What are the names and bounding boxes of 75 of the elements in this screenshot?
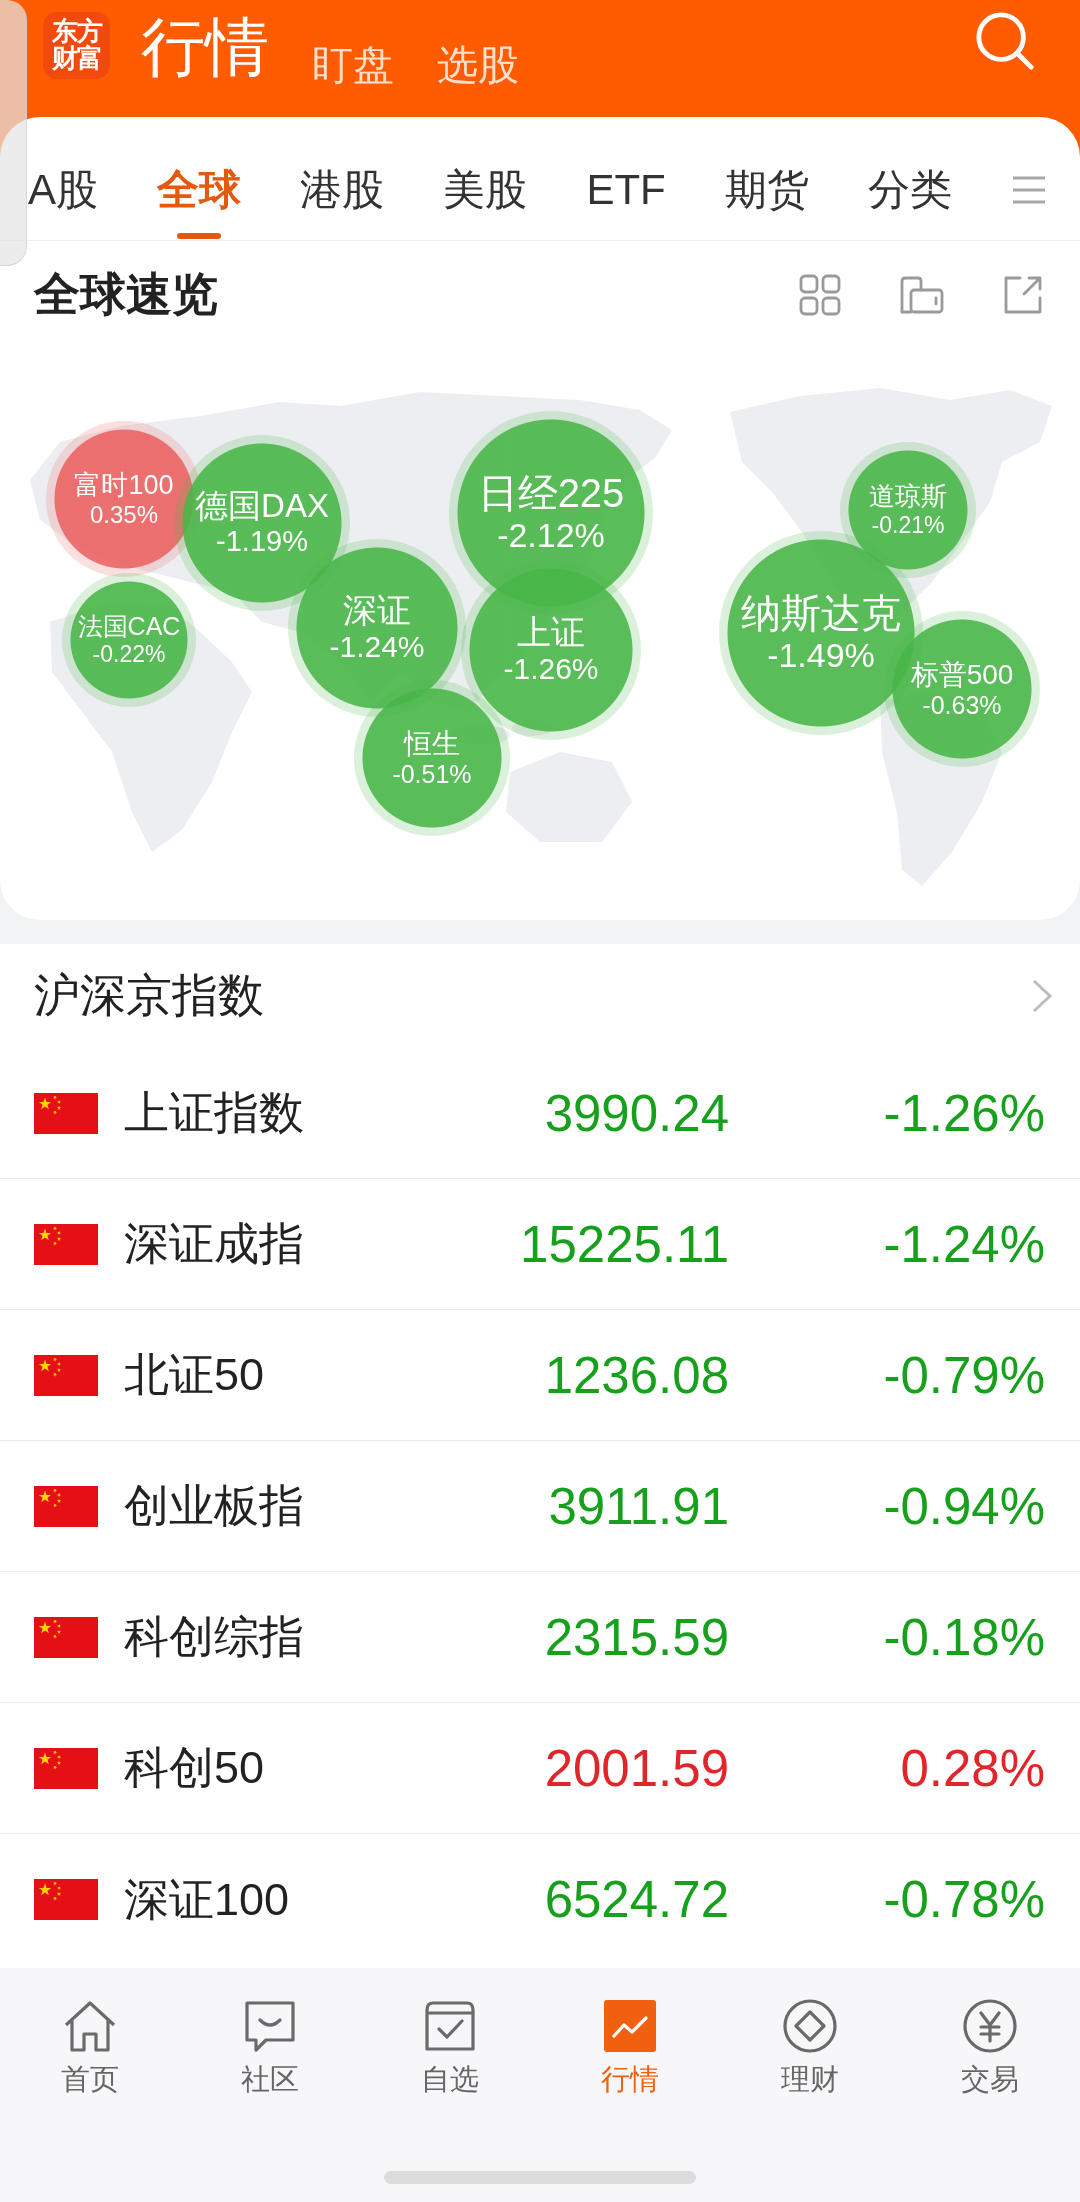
share-icon[interactable] [1003,274,1043,315]
line-chart-icon [602,1998,658,2054]
index-name: 上证 [517,613,585,653]
app-logo[interactable]: 东方财富 [43,12,110,79]
index-price: 2001.59 [544,1738,729,1798]
market-tab[interactable]: 港股 [300,167,385,239]
change-percent: -0.78% [883,1870,1045,1929]
change-percent: -0.51% [392,759,472,789]
nav-tab[interactable]: 自选 [421,1998,479,2096]
section-title: 沪深京指数 [34,968,264,1023]
section-title: 全球速览 [34,266,218,322]
market-tab[interactable]: 美股 [443,167,528,239]
flag-icon [34,1616,98,1658]
grid-icon[interactable] [799,273,841,316]
index-price: 3911.91 [548,1476,729,1536]
landscape-screen-icon[interactable] [899,274,945,315]
index-name: 北证50 [124,1348,265,1402]
index-name: 深证100 [124,1872,290,1927]
index-price: 15225.11 [520,1214,729,1274]
nav-tab[interactable]: 首页 [61,1998,119,2096]
index-name: 恒生 [404,727,460,760]
menu-icon[interactable] [1011,175,1047,205]
index-bubble[interactable]: 法国CAC -0.22% [62,573,196,707]
header-tab[interactable]: 盯盘 [312,42,394,88]
index-bubble[interactable]: 恒生 -0.51% [354,680,510,836]
yen-icon [962,1998,1018,2054]
index-bubble[interactable]: 道琼斯 -0.21% [840,442,976,578]
index-price: 2315.59 [544,1607,729,1667]
home-icon [62,1998,118,2054]
change-percent: -0.94% [883,1476,1045,1536]
header-tab[interactable]: 选股 [437,42,519,88]
market-tab[interactable]: 全球 [157,167,242,239]
index-name: 深证成指 [124,1217,304,1271]
flag-icon [34,1879,98,1920]
index-name: 科创50 [124,1741,265,1795]
market-tab[interactable]: ETF [586,167,666,239]
change-percent: -0.79% [883,1345,1045,1405]
index-price: 3990.24 [544,1083,729,1143]
change-percent: -1.26% [883,1083,1045,1143]
nav-tab[interactable]: 理财 [781,1998,839,2096]
nav-tab[interactable]: 行情 [601,1998,659,2096]
change-percent: 0.28% [900,1738,1045,1798]
index-name: 日经225 [477,470,625,517]
header-tab[interactable]: 行情 [141,12,269,82]
search-icon[interactable] [975,11,1035,71]
change-percent: -0.18% [883,1607,1045,1667]
index-name: 科创综指 [124,1610,304,1664]
index-name: 道琼斯 [869,481,947,512]
nav-tab[interactable]: 社区 [241,1998,299,2096]
change-percent: -0.63% [922,690,1002,720]
index-name: 上证指数 [124,1086,304,1140]
flag-icon [34,1223,98,1265]
market-tab[interactable]: 分类 [867,167,952,239]
market-tab[interactable]: 期货 [724,167,809,239]
chevron-right-icon[interactable] [1030,978,1054,1014]
index-name: 富时100 [74,469,174,501]
change-percent: -0.22% [92,641,166,668]
flag-icon [34,1092,98,1134]
index-price: 6524.72 [544,1870,729,1929]
change-percent: -1.24% [329,630,425,665]
checkbox-icon [422,1998,478,2054]
change-percent: -1.49% [767,636,875,676]
change-percent: -2.12% [497,516,605,556]
index-bubble[interactable]: 上证 -1.26% [461,560,641,740]
chat-bubble-icon [242,1998,298,2054]
index-name: 法国CAC [77,612,181,642]
flag-icon [34,1354,98,1396]
index-price: 1236.08 [544,1345,729,1405]
index-name: 创业板指 [124,1479,304,1533]
change-percent: -1.24% [883,1214,1045,1274]
change-percent: 0.35% [89,500,159,529]
nav-tab[interactable]: 交易 [961,1998,1019,2096]
flag-icon [34,1485,98,1527]
market-tab[interactable]: A股 [28,167,98,239]
flag-icon [34,1747,98,1789]
